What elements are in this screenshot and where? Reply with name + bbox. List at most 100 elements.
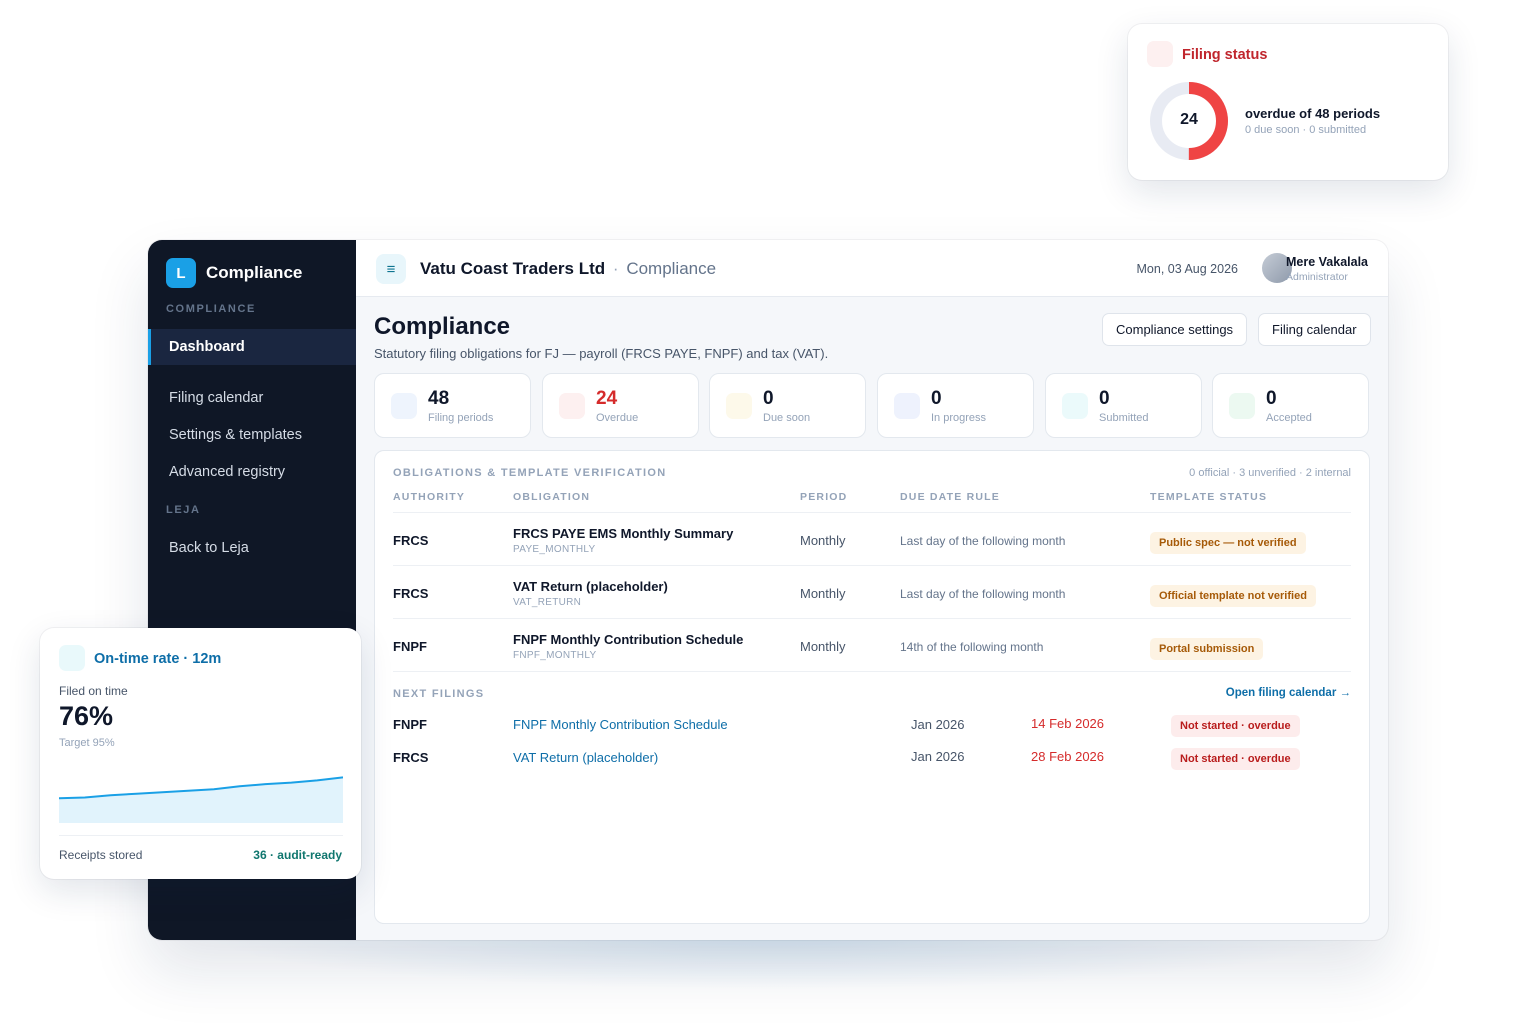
filing-status-detail: 0 due soon · 0 submitted xyxy=(1245,124,1367,136)
stat-card-submitted[interactable]: 0 Submitted xyxy=(1045,373,1202,438)
authority-cell: FRCS xyxy=(393,750,429,765)
stat-card-in-progress[interactable]: 0 In progress xyxy=(877,373,1034,438)
topbar: ≡ Vatu Coast Traders Ltd · Compliance Mo… xyxy=(356,240,1388,297)
row-divider xyxy=(393,618,1351,619)
stat-label: Overdue xyxy=(596,412,639,424)
on-time-title: On-time rate · 12m xyxy=(94,651,222,667)
authority-cell: FRCS xyxy=(393,586,429,601)
submitted-icon xyxy=(1062,393,1088,419)
stat-label: In progress xyxy=(931,412,987,424)
sidebar-item-advanced-registry[interactable]: Advanced registry xyxy=(148,454,356,490)
obligations-meta: 0 official · 3 unverified · 2 internal xyxy=(1189,467,1351,479)
company-name[interactable]: Vatu Coast Traders Ltd xyxy=(420,259,605,278)
stat-value: 0 xyxy=(1266,388,1277,409)
menu-icon[interactable]: ≡ xyxy=(376,254,406,284)
brand-logo-icon: L xyxy=(166,258,196,288)
sidebar-item-dashboard[interactable]: Dashboard xyxy=(148,329,356,365)
obligation-code: PAYE_MONTHLY xyxy=(513,544,596,555)
on-time-rate-card: On-time rate · 12m Filed on time 76% Tar… xyxy=(40,628,361,879)
compliance-settings-button[interactable]: Compliance settings xyxy=(1102,313,1248,346)
on-time-label: Filed on time xyxy=(59,684,128,698)
period-cell: Monthly xyxy=(800,533,846,548)
on-time-trend-chart xyxy=(59,776,343,823)
filing-status-badge: Not started · overdue xyxy=(1171,715,1300,737)
receipts-label: Receipts stored xyxy=(59,848,143,862)
stat-card-filing-periods[interactable]: 48 Filing periods xyxy=(374,373,531,438)
filing-status-headline: overdue of 48 periods xyxy=(1245,106,1381,121)
due-rule-cell: Last day of the following month xyxy=(900,534,1066,548)
stat-value: 0 xyxy=(763,388,774,409)
template-status-badge: Public spec — not verified xyxy=(1150,532,1306,554)
filing-periods-icon xyxy=(391,393,417,419)
breadcrumb-separator: · xyxy=(612,259,619,278)
column-header-obligation[interactable]: OBLIGATION xyxy=(513,491,590,503)
authority-cell: FRCS xyxy=(393,533,429,548)
row-divider xyxy=(393,565,1351,566)
stat-card-due-soon[interactable]: 0 Due soon xyxy=(709,373,866,438)
user-role: Administrator xyxy=(1286,271,1348,283)
brand[interactable]: L Compliance xyxy=(166,258,302,288)
sidebar-section-compliance: COMPLIANCE xyxy=(166,303,256,315)
on-time-rate-value: 76% xyxy=(59,701,114,731)
column-header-due-date-rule[interactable]: DUE DATE RULE xyxy=(900,491,1000,503)
stat-card-overdue[interactable]: 24 Overdue xyxy=(542,373,699,438)
sidebar-section-leja: LEJA xyxy=(166,504,201,516)
filing-status-card: Filing status 24 overdue of 48 periods 0… xyxy=(1128,24,1448,180)
column-header-period[interactable]: PERIOD xyxy=(800,491,847,503)
stat-label: Due soon xyxy=(763,412,811,424)
stat-label: Accepted xyxy=(1266,412,1312,424)
sidebar-item-settings-templates[interactable]: Settings & templates xyxy=(148,417,356,453)
obligations-panel: OBLIGATIONS & TEMPLATE VERIFICATION 0 of… xyxy=(374,450,1370,924)
filing-period: Jan 2026 xyxy=(911,749,965,764)
column-header-template-status[interactable]: TEMPLATE STATUS xyxy=(1150,491,1267,503)
template-status-badge: Official template not verified xyxy=(1150,585,1316,607)
page-title: Compliance xyxy=(374,313,511,340)
on-time-icon xyxy=(59,645,85,671)
stat-value: 0 xyxy=(931,388,942,409)
obligation-code: FNPF_MONTHLY xyxy=(513,650,597,661)
on-time-target: Target 95% xyxy=(59,737,115,749)
obligations-heading: OBLIGATIONS & TEMPLATE VERIFICATION xyxy=(393,467,667,479)
trend-area xyxy=(59,777,343,823)
next-filings-heading: NEXT FILINGS xyxy=(393,688,485,700)
period-cell: Monthly xyxy=(800,639,846,654)
filing-due-date: 28 Feb 2026 xyxy=(1031,749,1105,764)
stat-value: 48 xyxy=(428,388,450,409)
authority-cell: FNPF xyxy=(393,639,427,654)
filing-status-title: Filing status xyxy=(1182,47,1268,63)
filing-status-count: 24 xyxy=(1180,111,1198,128)
filing-name-link[interactable]: VAT Return (placeholder) xyxy=(513,750,658,765)
in-progress-icon xyxy=(894,393,920,419)
period-cell: Monthly xyxy=(800,586,846,601)
due-rule-cell: 14th of the following month xyxy=(900,640,1044,654)
filing-name-link[interactable]: FNPF Monthly Contribution Schedule xyxy=(513,717,728,732)
accepted-icon xyxy=(1229,393,1255,419)
stat-card-accepted[interactable]: 0 Accepted xyxy=(1212,373,1369,438)
filing-period: Jan 2026 xyxy=(911,717,965,732)
obligation-name: FNPF Monthly Contribution Schedule xyxy=(513,632,744,647)
user-name[interactable]: Mere Vakalala xyxy=(1286,255,1368,269)
brand-name: Compliance xyxy=(206,263,303,282)
stat-label: Submitted xyxy=(1099,412,1149,424)
current-date: Mon, 03 Aug 2026 xyxy=(1136,262,1238,276)
breadcrumb-page: Compliance xyxy=(626,259,717,278)
sidebar-item-back-to-leja[interactable]: Back to Leja xyxy=(148,530,356,566)
open-filing-calendar-link[interactable]: Open filing calendar → xyxy=(1226,687,1351,699)
card-divider xyxy=(59,835,343,836)
obligation-name: FRCS PAYE EMS Monthly Summary xyxy=(513,526,734,541)
overdue-icon xyxy=(559,393,585,419)
stat-value: 0 xyxy=(1099,388,1110,409)
sidebar-item-filing-calendar[interactable]: Filing calendar xyxy=(148,380,356,416)
breadcrumb: Vatu Coast Traders Ltd · Compliance xyxy=(420,259,716,279)
filing-due-date: 14 Feb 2026 xyxy=(1031,716,1105,731)
obligation-code: VAT_RETURN xyxy=(513,597,582,608)
authority-cell: FNPF xyxy=(393,717,427,732)
column-header-authority[interactable]: AUTHORITY xyxy=(393,491,465,503)
filing-calendar-button[interactable]: Filing calendar xyxy=(1258,313,1371,346)
template-status-badge: Portal submission xyxy=(1150,638,1264,660)
filing-status-badge: Not started · overdue xyxy=(1171,748,1300,770)
due-rule-cell: Last day of the following month xyxy=(900,587,1066,601)
table-header-divider xyxy=(393,512,1351,513)
stat-label: Filing periods xyxy=(428,412,494,424)
row-divider xyxy=(393,671,1351,672)
